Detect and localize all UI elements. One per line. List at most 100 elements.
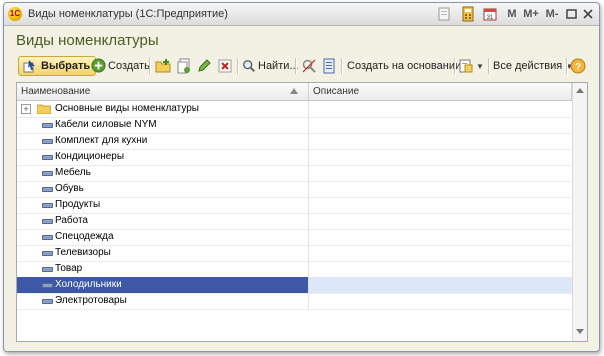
m-plus-button[interactable]: M+	[522, 6, 540, 22]
catalog-table: Наименование Описание + Основные виды но…	[16, 82, 588, 342]
row-description	[309, 245, 572, 261]
item-icon	[42, 203, 53, 208]
copy-icon[interactable]	[176, 58, 192, 74]
item-icon	[42, 123, 53, 128]
row-label: Комплект для кухни	[55, 135, 148, 146]
app-logo-icon[interactable]: 1C	[8, 7, 22, 21]
row-label: Обувь	[55, 183, 84, 194]
table-header: Наименование Описание	[17, 83, 572, 101]
table-row[interactable]: Работа	[17, 213, 572, 230]
toolbar-separator	[237, 58, 239, 74]
table-row[interactable]: Электротовары	[17, 293, 572, 310]
row-description	[309, 101, 572, 117]
folder-icon	[37, 104, 51, 114]
scroll-down-icon[interactable]	[576, 329, 584, 334]
select-icon	[23, 60, 35, 73]
row-description	[309, 117, 572, 133]
row-description	[309, 165, 572, 181]
create-based-on-label: Создать на основании	[347, 60, 462, 72]
toolbar-separator	[295, 58, 297, 74]
row-label: Продукты	[55, 199, 101, 210]
row-description	[309, 229, 572, 245]
row-description	[309, 133, 572, 149]
row-label: Кабели силовые NYM	[55, 119, 157, 130]
scroll-up-icon[interactable]	[576, 88, 584, 93]
svg-text:31: 31	[487, 15, 494, 21]
toolbar-separator	[341, 58, 343, 74]
row-description	[309, 261, 572, 277]
table-row[interactable]: Обувь	[17, 181, 572, 198]
magnifier-icon	[243, 60, 255, 72]
row-label: Электротовары	[55, 295, 127, 306]
toolbar-separator	[454, 58, 456, 74]
row-label: Кондиционеры	[55, 151, 125, 162]
create-button[interactable]: Создать	[91, 56, 150, 76]
page-title: Виды номенклатуры	[16, 32, 159, 49]
row-label: Телевизоры	[55, 247, 111, 258]
command-bar: Выбрать Создать Найти... Создать на осно…	[14, 55, 592, 77]
m-button[interactable]: M	[506, 6, 518, 22]
row-label: Мебель	[55, 167, 91, 178]
close-icon[interactable]	[580, 6, 596, 22]
edit-pencil-icon[interactable]	[196, 58, 212, 74]
item-icon	[42, 235, 53, 240]
select-button-label: Выбрать	[41, 60, 91, 72]
toolbar-separator	[566, 58, 568, 74]
calendar-icon[interactable]: 31	[482, 6, 498, 22]
toolbar-separator	[149, 58, 151, 74]
table-row[interactable]: Кабели силовые NYM	[17, 117, 572, 134]
item-icon	[42, 171, 53, 176]
list-settings-icon[interactable]	[321, 58, 337, 74]
table-row[interactable]: Кондиционеры	[17, 149, 572, 166]
toolbar-separator	[488, 58, 490, 74]
table-row[interactable]: Телевизоры	[17, 245, 572, 262]
window-title: Виды номенклатуры (1С:Предприятие)	[28, 8, 228, 20]
row-description	[309, 197, 572, 213]
row-description	[309, 149, 572, 165]
doc-icon[interactable]	[436, 6, 452, 22]
vertical-scrollbar[interactable]	[572, 83, 587, 341]
calculator-icon[interactable]	[460, 6, 476, 22]
table-row-selected[interactable]: Холодильники	[17, 277, 572, 294]
table-row[interactable]: Комплект для кухни	[17, 133, 572, 150]
help-icon[interactable]: ?	[570, 58, 586, 74]
report-icon	[459, 59, 473, 73]
item-icon	[42, 187, 53, 192]
row-label: Спецодежда	[55, 231, 114, 242]
column-header-name[interactable]: Наименование	[17, 83, 309, 100]
create-folder-icon[interactable]	[155, 58, 171, 74]
report-dropdown[interactable]: ▼	[458, 56, 484, 76]
row-description	[309, 213, 572, 229]
row-description	[309, 181, 572, 197]
table-row[interactable]: Продукты	[17, 197, 572, 214]
item-icon	[42, 299, 53, 304]
table-row-group[interactable]: + Основные виды номенклатуры	[17, 101, 572, 118]
restore-icon[interactable]	[564, 6, 580, 22]
expand-icon[interactable]: +	[21, 104, 31, 114]
row-label: Холодильники	[55, 279, 122, 290]
plus-circle-icon	[91, 58, 106, 73]
title-bar: 1C Виды номенклатуры (1С:Предприятие) 31…	[4, 3, 599, 26]
row-label: Работа	[55, 215, 88, 226]
table-row[interactable]: Товар	[17, 261, 572, 278]
row-description	[309, 277, 572, 293]
all-actions-label: Все действия	[493, 60, 563, 72]
cancel-search-icon[interactable]	[301, 58, 317, 74]
item-icon	[42, 155, 53, 160]
all-actions-dropdown[interactable]: Все действия ▼	[493, 56, 573, 76]
item-icon	[42, 283, 53, 288]
column-header-description[interactable]: Описание	[309, 83, 572, 100]
delete-mark-icon[interactable]	[217, 58, 233, 74]
table-row[interactable]: Спецодежда	[17, 229, 572, 246]
svg-text:?: ?	[575, 62, 581, 73]
find-button[interactable]: Найти...	[242, 56, 299, 76]
item-icon	[42, 139, 53, 144]
sort-icon	[290, 88, 298, 94]
app-window: 1C Виды номенклатуры (1С:Предприятие) 31…	[3, 2, 600, 352]
item-icon	[42, 219, 53, 224]
select-button[interactable]: Выбрать	[18, 56, 97, 76]
m-minus-button[interactable]: M-	[543, 6, 561, 22]
item-icon	[42, 267, 53, 272]
row-label: Основные виды номенклатуры	[55, 103, 199, 114]
table-row[interactable]: Мебель	[17, 165, 572, 182]
